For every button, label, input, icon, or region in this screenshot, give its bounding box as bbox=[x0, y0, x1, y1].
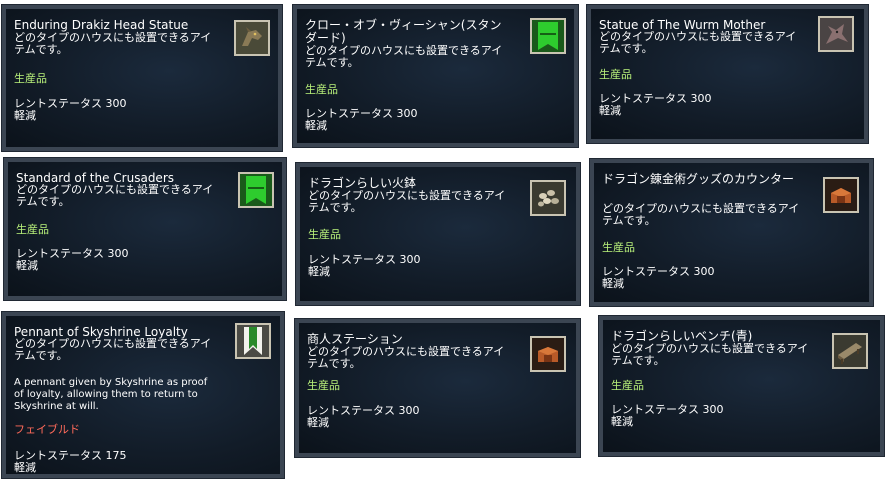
produced-tag: 生産品 bbox=[14, 72, 47, 85]
rent-status: レントステータス 300 軽減 bbox=[602, 265, 715, 290]
brazier-icon bbox=[530, 180, 566, 216]
produced-tag: 生産品 bbox=[307, 379, 340, 392]
fabled-tag: フェイブルド bbox=[14, 423, 80, 436]
item-tooltip: ドラゴンらしいベンチ(青) どのタイプのハウスにも設置できるアイ テムです。 生… bbox=[598, 315, 885, 457]
item-tooltip: Pennant of Skyshrine Loyalty どのタイプのハウスにも… bbox=[1, 311, 285, 479]
rent-status: レントステータス 300 軽減 bbox=[611, 403, 724, 428]
item-tooltip: クロー・オブ・ヴィーシャン(スタン ダード) どのタイプのハウスにも設置できるア… bbox=[292, 4, 579, 148]
item-description: どのタイプのハウスにも設置できるアイ テムです。 bbox=[599, 30, 797, 55]
rent-status: レントステータス 300 軽減 bbox=[16, 247, 129, 272]
bench-icon bbox=[832, 333, 868, 369]
green-banner-icon bbox=[238, 172, 274, 208]
item-description: どのタイプのハウスにも設置できるアイ テムです。 bbox=[305, 44, 503, 69]
item-description: どのタイプのハウスにも設置できるアイ テムです。 bbox=[16, 183, 214, 208]
item-tooltip: Statue of The Wurm Mother どのタイプのハウスにも設置で… bbox=[586, 4, 869, 144]
item-description: どのタイプのハウスにも設置できるアイ テムです。 bbox=[307, 345, 505, 370]
produced-tag: 生産品 bbox=[308, 228, 341, 241]
item-tooltip: Enduring Drakiz Head Statue どのタイプのハウスにも設… bbox=[1, 4, 283, 152]
rent-status: レントステータス 300 軽減 bbox=[14, 97, 127, 122]
item-lore: A pennant given by Skyshrine as proof of… bbox=[14, 377, 208, 412]
produced-tag: 生産品 bbox=[611, 379, 644, 392]
rent-status: レントステータス 300 軽減 bbox=[307, 404, 420, 429]
rent-status: レントステータス 175 軽減 bbox=[14, 449, 127, 474]
item-tooltip: ドラゴン錬金術グッズのカウンター どのタイプのハウスにも設置できるアイ テムです… bbox=[589, 158, 874, 307]
item-tooltip: 商人ステーション どのタイプのハウスにも設置できるアイ テムです。 生産品 レン… bbox=[294, 318, 581, 458]
pennant-icon bbox=[235, 323, 271, 359]
produced-tag: 生産品 bbox=[16, 223, 49, 236]
item-description: どのタイプのハウスにも設置できるアイ テムです。 bbox=[14, 31, 212, 56]
item-description: どのタイプのハウスにも設置できるアイ テムです。 bbox=[602, 202, 800, 227]
item-tooltip: ドラゴンらしい火鉢 どのタイプのハウスにも設置できるアイ テムです。 生産品 レ… bbox=[295, 162, 581, 306]
rent-status: レントステータス 300 軽減 bbox=[599, 92, 712, 117]
green-banner-icon bbox=[530, 18, 566, 54]
merchant-station-icon bbox=[530, 336, 566, 372]
counter-icon bbox=[823, 177, 859, 213]
item-title: クロー・オブ・ヴィーシャン(スタン ダード) bbox=[305, 18, 502, 45]
item-description: どのタイプのハウスにも設置できるアイ テムです。 bbox=[308, 189, 506, 214]
produced-tag: 生産品 bbox=[602, 241, 635, 254]
item-title: ドラゴン錬金術グッズのカウンター bbox=[602, 172, 795, 186]
rent-status: レントステータス 300 軽減 bbox=[308, 253, 421, 278]
item-description: どのタイプのハウスにも設置できるアイ テムです。 bbox=[14, 337, 212, 362]
produced-tag: 生産品 bbox=[599, 68, 632, 81]
dragon-head-statue-icon bbox=[234, 20, 270, 56]
item-description: どのタイプのハウスにも設置できるアイ テムです。 bbox=[611, 342, 809, 367]
rent-status: レントステータス 300 軽減 bbox=[305, 107, 418, 132]
produced-tag: 生産品 bbox=[305, 83, 338, 96]
wurm-statue-icon bbox=[818, 16, 854, 52]
item-tooltip: Standard of the Crusaders どのタイプのハウスにも設置で… bbox=[3, 157, 287, 301]
